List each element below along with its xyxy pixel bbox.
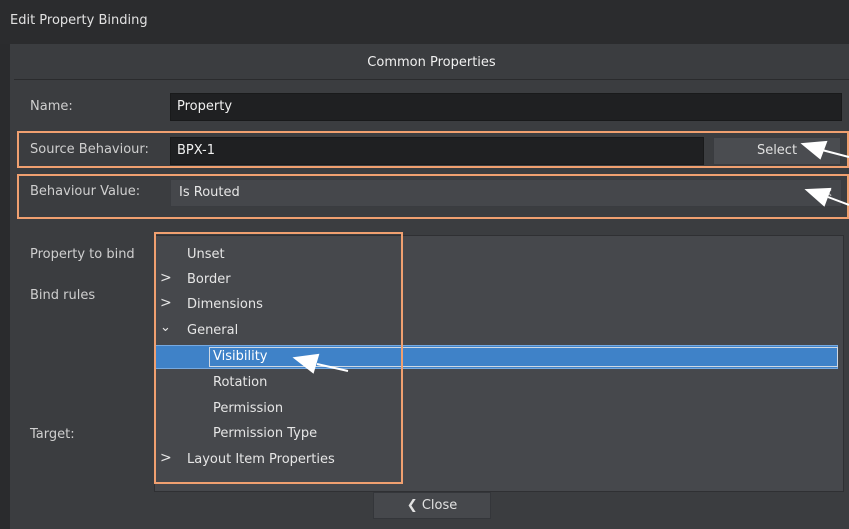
window-title: Edit Property Binding (10, 13, 148, 28)
chevron-left-icon: ❮ (406, 498, 418, 513)
close-label: Close (421, 498, 458, 513)
section-header: Common Properties (14, 46, 849, 80)
property-to-bind-label: Property to bind (30, 247, 135, 262)
highlight-box-tree (154, 232, 403, 484)
name-field[interactable]: Property (170, 93, 842, 121)
bind-rules-label: Bind rules (30, 288, 96, 303)
highlight-box-source (17, 131, 849, 168)
name-label: Name: (30, 99, 73, 114)
title-bar: Edit Property Binding (0, 0, 849, 44)
highlight-box-behaviour (17, 174, 849, 219)
target-label: Target: (30, 427, 75, 442)
section-title: Common Properties (367, 55, 496, 70)
close-button[interactable]: ❮ Close (373, 492, 491, 519)
